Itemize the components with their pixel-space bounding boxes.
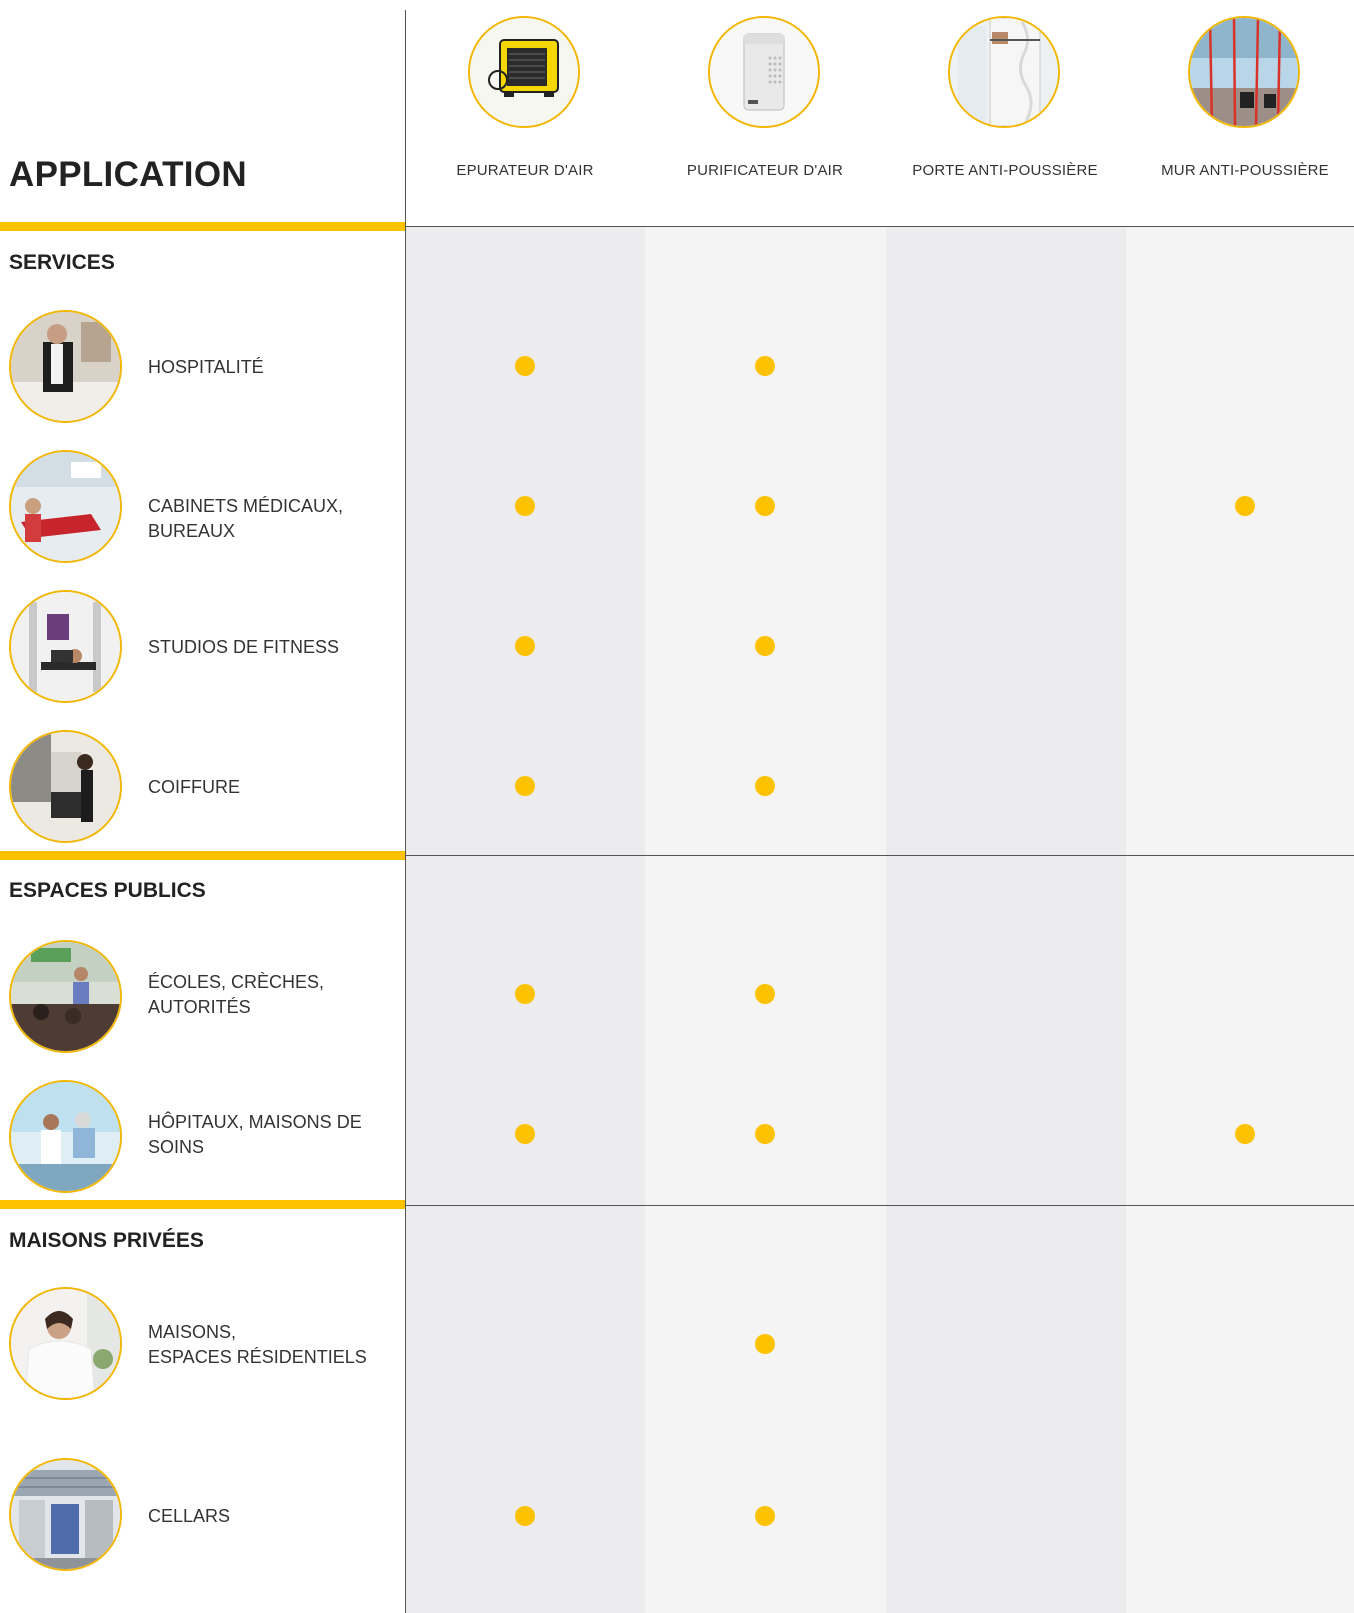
row-label-fitness: STUDIOS DE FITNESS [148, 635, 378, 660]
row-label-line: COIFFURE [148, 777, 240, 797]
row-label-line: AUTORITÉS [148, 997, 251, 1017]
applicability-dot [515, 1124, 535, 1144]
row-label-hospitality: HOSPITALITÉ [148, 355, 378, 380]
air-scrubber-image [468, 16, 580, 128]
fitness-photo [9, 590, 122, 703]
product-label-1: EPURATEUR D'AIR [456, 162, 594, 179]
header-underline [0, 222, 405, 231]
home-photo [9, 1287, 122, 1400]
section-title-maisons-privees: MAISONS PRIVÉES [9, 1229, 204, 1252]
row-label-line: BUREAUX [148, 521, 236, 541]
section-title-services: SERVICES [9, 251, 115, 274]
row-label-line: ÉCOLES, CRÈCHES, [148, 972, 325, 992]
cellar-photo [9, 1458, 122, 1571]
header-divider [405, 226, 1354, 227]
applicability-dot [755, 636, 775, 656]
row-label-line: STUDIOS DE FITNESS [148, 637, 340, 657]
applicability-dot [1235, 496, 1255, 516]
applicability-dot [1235, 1124, 1255, 1144]
applicability-dot [755, 1124, 775, 1144]
section-divider-2 [405, 1205, 1354, 1206]
applicability-dot [515, 356, 535, 376]
applicability-dot [755, 1334, 775, 1354]
row-label-line: SOINS [148, 1137, 205, 1157]
applicability-dot [755, 776, 775, 796]
applicability-dot [515, 496, 535, 516]
product-label-3: PORTE ANTI-POUSSIÈRE [912, 162, 1098, 179]
product-label-2: PURIFICATEUR D'AIR [686, 162, 844, 179]
row-label-line: CELLARS [148, 1506, 231, 1526]
row-label-homes: MAISONS, ESPACES RÉSIDENTIELS [148, 1320, 378, 1370]
school-photo [9, 940, 122, 1053]
applicability-dot [755, 1506, 775, 1526]
column-bg-2 [645, 227, 886, 1613]
applicability-dot [755, 496, 775, 516]
section-divider-1 [405, 855, 1354, 856]
section-underline-2 [0, 1200, 405, 1209]
row-label-hospitals: HÔPITAUX, MAISONS DE SOINS [148, 1110, 378, 1160]
row-label-schools: ÉCOLES, CRÈCHES, AUTORITÉS [148, 970, 378, 1020]
applicability-dot [515, 776, 535, 796]
product-label-4: MUR ANTI-POUSSIÈRE [1161, 162, 1329, 179]
applicability-dot [515, 1506, 535, 1526]
row-label-line: HÔPITAUX, MAISONS DE [148, 1112, 362, 1132]
column-bg-1 [406, 227, 645, 1613]
hairdresser-photo [9, 730, 122, 843]
page-title: APPLICATION [9, 155, 247, 194]
applicability-dot [515, 636, 535, 656]
medical-office-photo [9, 450, 122, 563]
row-label-line: HOSPITALITÉ [148, 357, 264, 377]
row-label-medical-offices: CABINETS MÉDICAUX, BUREAUX [148, 494, 378, 544]
row-label-line: ESPACES RÉSIDENTIELS [148, 1347, 367, 1367]
row-label-line: MAISONS, [148, 1322, 237, 1342]
row-label-cellars: CELLARS [148, 1504, 378, 1529]
hospital-photo [9, 1080, 122, 1193]
applicability-dot [515, 984, 535, 1004]
dust-wall-image [1188, 16, 1300, 128]
vertical-divider [405, 10, 406, 1613]
row-label-line: CABINETS MÉDICAUX, [148, 496, 344, 516]
applicability-dot [755, 984, 775, 1004]
dust-door-image [948, 16, 1060, 128]
section-underline-1 [0, 851, 405, 860]
applicability-dot [755, 356, 775, 376]
section-title-espaces-publics: ESPACES PUBLICS [9, 879, 206, 902]
air-purifier-image [708, 16, 820, 128]
column-bg-3 [886, 227, 1126, 1613]
row-label-hairdresser: COIFFURE [148, 775, 378, 800]
column-bg-4 [1126, 227, 1354, 1613]
hospitality-photo [9, 310, 122, 423]
